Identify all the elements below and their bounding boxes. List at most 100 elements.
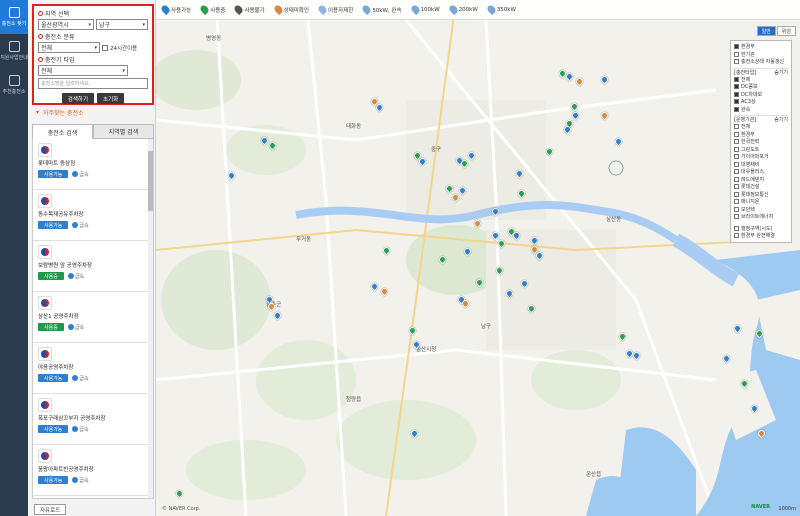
filter-type-item[interactable]: 완속 bbox=[734, 106, 788, 114]
legend-label: 사용가능 bbox=[171, 7, 192, 14]
filter-type-item[interactable]: DC차데모 bbox=[734, 91, 788, 99]
open24-checkbox[interactable] bbox=[102, 44, 108, 51]
scrollbar[interactable] bbox=[148, 139, 153, 498]
filter-operator-item[interactable]: 브라이트에너지 bbox=[734, 213, 788, 221]
list-item[interactable]: 롯데마트 동삼점 사용가능 급속 bbox=[33, 139, 153, 190]
station-status-row: 사용가능 급속 bbox=[38, 170, 148, 178]
filter-checkbox[interactable] bbox=[734, 131, 739, 137]
filter-operator-item[interactable]: 롯데건설 bbox=[734, 183, 788, 191]
filter-checkbox[interactable] bbox=[734, 191, 739, 197]
legend-item: 사용불가 bbox=[233, 3, 265, 16]
filter-operator-item[interactable]: 대영채비 bbox=[734, 161, 788, 169]
emblem-icon bbox=[41, 248, 49, 256]
reset-button[interactable]: 초기화 bbox=[97, 93, 125, 104]
nav-recommend[interactable]: 추천충전소 bbox=[0, 68, 28, 102]
favorite-toggle[interactable]: ▾ 자주찾는 충전소 bbox=[36, 108, 84, 117]
filter-operator-item[interactable]: 롯데정보통신 bbox=[734, 191, 788, 199]
filter-label: 환경부 bbox=[741, 44, 755, 51]
legend-item: 사용가능 bbox=[159, 3, 192, 16]
search-form: 지역 선택 울산광역시 ▾ 남구 ▾ 충전소 분류 전체 ▾ 24시간이용 충전기 타… bbox=[32, 4, 154, 105]
filter-checkbox[interactable] bbox=[734, 225, 739, 231]
region-select[interactable]: 울산광역시 ▾ bbox=[38, 19, 94, 30]
list-item[interactable]: 삼산1 공영주차장 사용중 급속 bbox=[33, 292, 153, 343]
nav-find-station[interactable]: 충전소 찾기 bbox=[0, 0, 28, 34]
filter-checkbox[interactable] bbox=[734, 51, 739, 57]
filter-top-item[interactable]: 한기관 bbox=[734, 51, 788, 59]
filter-operator-item[interactable]: 모던텍 bbox=[734, 206, 788, 214]
keyword-input[interactable]: 충전소명을 입력하세요. bbox=[38, 78, 148, 89]
charge-type: 급속 bbox=[72, 375, 89, 382]
charger-select[interactable]: 전체 ▾ bbox=[38, 65, 128, 76]
filter-top-item[interactable]: 충전소상태 자동갱신 bbox=[734, 58, 788, 66]
filter-top-item[interactable]: 환경부 bbox=[734, 43, 788, 51]
filter-checkbox[interactable] bbox=[734, 214, 739, 220]
map-view[interactable]: 병영동중구남구삼산동울주군태화동울산시청무거동청량읍온산읍 사용가능사용중사용불… bbox=[156, 0, 800, 516]
filter-checkbox[interactable] bbox=[734, 91, 739, 97]
filter-extra-item[interactable]: 행정구역(시도) bbox=[734, 225, 788, 233]
filter-checkbox[interactable] bbox=[734, 233, 739, 239]
search-button[interactable]: 검색하기 bbox=[61, 93, 95, 104]
filter-checkbox[interactable] bbox=[734, 154, 739, 160]
filter-checkbox[interactable] bbox=[734, 76, 739, 82]
filter-checkbox[interactable] bbox=[734, 44, 739, 50]
charge-type: 급속 bbox=[72, 171, 89, 178]
list-item[interactable]: 야음공영주차장 사용가능 급속 bbox=[33, 343, 153, 394]
filter-operator-item[interactable]: 매니지온 bbox=[734, 198, 788, 206]
list-item[interactable]: 폭포구래삼꼬부지 공영주차장 사용가능 급속 bbox=[33, 394, 153, 445]
filter-checkbox[interactable] bbox=[734, 146, 739, 152]
filter-checkbox[interactable] bbox=[734, 199, 739, 205]
filter-operator-item[interactable]: 대유플러스 bbox=[734, 168, 788, 176]
chevron-down-icon: ▾ bbox=[94, 44, 97, 51]
filter-operator-item[interactable]: 전체 bbox=[734, 123, 788, 131]
filter-type-item[interactable]: DC콤보 bbox=[734, 83, 788, 91]
marker-icon bbox=[447, 3, 459, 16]
operator-logo bbox=[38, 347, 52, 361]
filter-operator-item[interactable]: 가이아퍼포거 bbox=[734, 153, 788, 161]
legend-label: 사용중 bbox=[210, 7, 226, 14]
filter-checkbox[interactable] bbox=[734, 139, 739, 145]
operator-toggle[interactable]: 숨기기 bbox=[774, 116, 788, 123]
filter-checkbox[interactable] bbox=[734, 184, 739, 190]
charger-select-value: 전체 bbox=[41, 68, 53, 75]
map-type-normal[interactable]: 일반 bbox=[756, 26, 776, 36]
download-button[interactable]: 자유로드 bbox=[34, 504, 67, 515]
filter-checkbox[interactable] bbox=[734, 99, 739, 105]
station-status-row: 사용가능 급속 bbox=[38, 425, 148, 433]
type-select[interactable]: 전체 ▾ bbox=[38, 42, 100, 53]
list-item[interactable]: 웅왕아파트빈공영주차장 사용가능 급속 bbox=[33, 445, 153, 496]
search-tabs: 충전소 검색 지역별 검색 bbox=[32, 124, 154, 139]
filter-checkbox[interactable] bbox=[734, 176, 739, 182]
charger-type-toggle[interactable]: 숨기기 bbox=[774, 69, 788, 76]
filter-type-item[interactable]: 전체 bbox=[734, 76, 788, 84]
legend-item: 이용자제한 bbox=[316, 3, 353, 16]
filter-checkbox[interactable] bbox=[734, 161, 739, 167]
list-item[interactable]: 동수목재공유주차장 사용가능 급속 bbox=[33, 190, 153, 241]
place-label: 병영동 bbox=[206, 36, 222, 42]
filter-operator-item[interactable]: 레드에덴지 bbox=[734, 176, 788, 184]
filter-label: DC차데모 bbox=[741, 91, 763, 98]
nav-support[interactable]: 지원사업안내 bbox=[0, 34, 28, 68]
filter-checkbox[interactable] bbox=[734, 124, 739, 130]
list-item[interactable]: 보람병원 앞 공영주차장 사용중 급속 bbox=[33, 241, 153, 292]
filter-checkbox[interactable] bbox=[734, 169, 739, 175]
map-type-satellite[interactable]: 위성 bbox=[776, 26, 796, 36]
filter-operator-item[interactable]: 그린도트 bbox=[734, 146, 788, 154]
filter-extra-item[interactable]: 환경부 완전해결 bbox=[734, 232, 788, 240]
charge-type: 급속 bbox=[72, 477, 89, 484]
region-label-text: 지역 선택 bbox=[45, 11, 69, 18]
filter-operator-item[interactable]: 한국전력 bbox=[734, 138, 788, 146]
filter-checkbox[interactable] bbox=[734, 206, 739, 212]
tab-region-search[interactable]: 지역별 검색 bbox=[93, 124, 154, 139]
charge-type: 급속 bbox=[72, 426, 89, 433]
filter-checkbox[interactable] bbox=[734, 106, 739, 112]
filter-type-item[interactable]: AC3상 bbox=[734, 98, 788, 106]
district-select[interactable]: 남구 ▾ bbox=[96, 19, 148, 30]
scrollbar-thumb[interactable] bbox=[148, 151, 153, 211]
filter-checkbox[interactable] bbox=[734, 84, 739, 90]
charger-icon bbox=[8, 7, 20, 18]
emblem-icon bbox=[41, 350, 49, 358]
filter-checkbox[interactable] bbox=[734, 59, 739, 65]
plug-icon bbox=[67, 273, 74, 279]
tab-station-search[interactable]: 충전소 검색 bbox=[32, 124, 93, 139]
filter-operator-item[interactable]: 환경부 bbox=[734, 131, 788, 139]
